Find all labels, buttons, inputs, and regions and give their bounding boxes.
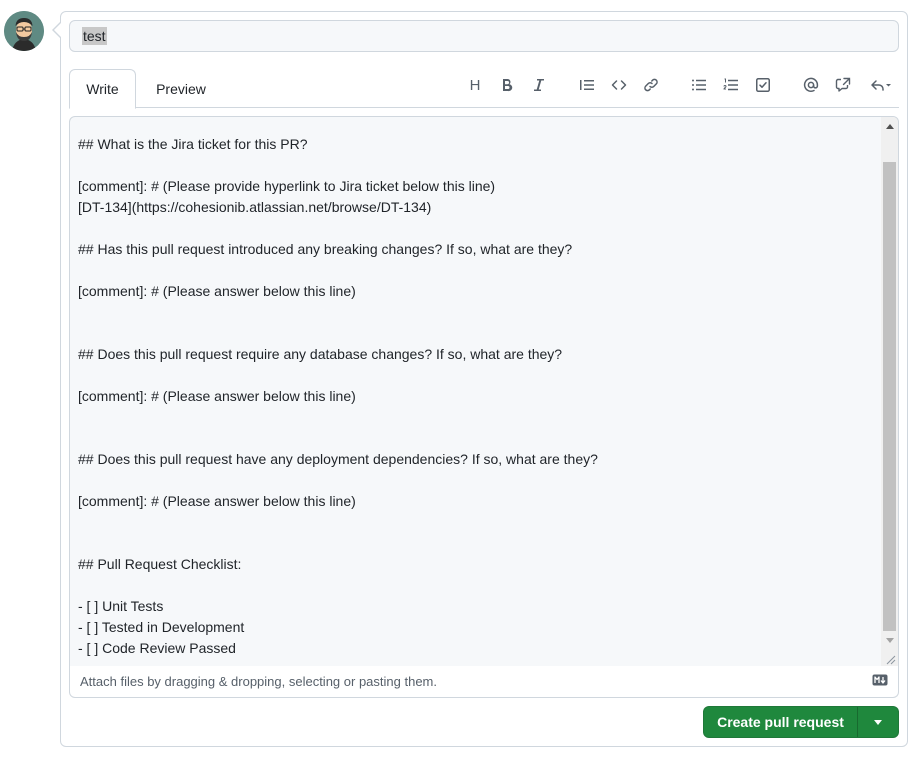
avatar[interactable] [4,11,44,51]
italic-icon[interactable] [528,74,550,96]
bold-icon[interactable] [496,74,518,96]
scroll-down-arrow-icon[interactable] [881,632,898,649]
title-input-value: test [82,27,107,45]
avatar-illustration [4,11,44,51]
comment-body-text[interactable]: ## What is the Jira ticket for this PR? … [78,134,878,659]
attach-files-bar[interactable]: Attach files by dragging & dropping, sel… [69,666,899,698]
create-options-dropdown[interactable] [858,707,898,737]
markdown-icon[interactable] [872,674,888,686]
heading-icon[interactable]: H [464,74,486,96]
markdown-toolbar: H [0,74,922,96]
scroll-thumb[interactable] [883,162,896,631]
cross-reference-icon[interactable] [832,74,854,96]
create-pull-request-button[interactable]: Create pull request [704,707,858,737]
chevron-down-icon [874,719,882,725]
scroll-up-arrow-icon[interactable] [881,117,898,134]
mention-icon[interactable] [800,74,822,96]
code-icon[interactable] [608,74,630,96]
create-pull-request-button-group: Create pull request [703,706,899,738]
unordered-list-icon[interactable] [688,74,710,96]
comment-body-textarea[interactable]: ## What is the Jira ticket for this PR? … [69,116,899,667]
quote-icon[interactable] [576,74,598,96]
ordered-list-icon[interactable] [720,74,742,96]
task-list-icon[interactable] [752,74,774,96]
reply-icon[interactable] [866,74,896,96]
resize-grip-icon[interactable] [884,652,896,665]
link-icon[interactable] [640,74,662,96]
attach-files-text: Attach files by dragging & dropping, sel… [80,674,437,689]
editor-scrollbar[interactable] [881,117,898,666]
heading-glyph: H [469,76,481,94]
title-input[interactable]: test [69,20,899,52]
